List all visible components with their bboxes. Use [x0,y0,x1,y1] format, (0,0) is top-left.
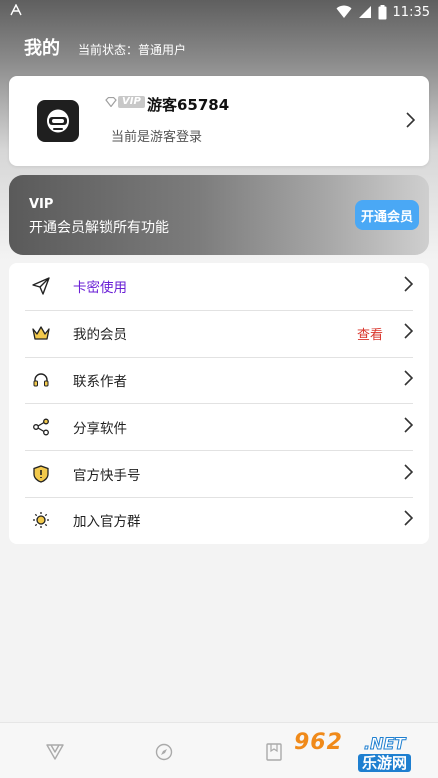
diamond-icon [105,97,117,107]
page-header: 我的 当前状态：普通用户 [24,34,186,60]
vip-badge: VIP [105,96,145,108]
menu-item-label: 卡密使用 [73,280,127,297]
sun-icon [31,510,51,530]
menu-item-label: 联系作者 [73,373,127,390]
chevron-right-icon [403,370,414,390]
headset-icon [31,370,51,390]
compass-icon[interactable] [153,741,175,763]
menu-item-card-key[interactable]: 卡密使用 [9,263,429,310]
view-link[interactable]: 查看 [357,324,383,343]
menu-item-label: 我的会员 [73,327,127,344]
menu-list: 卡密使用 我的会员 查看 联系作者 分享软件 官方快手号 加入官方群 [9,263,429,544]
chevron-right-icon [403,464,414,484]
menu-item-official-kuaishou[interactable]: 官方快手号 [9,450,429,497]
status-time: 11:35 [392,4,430,20]
watermark-suffix: .NET [363,734,406,754]
chevron-right-icon [403,276,414,296]
paper-plane-icon [31,276,51,296]
chevron-right-icon [405,112,416,132]
current-status-text: 当前状态：普通用户 [78,43,187,57]
vip-banner-description: 开通会员解锁所有功能 [29,220,169,236]
menu-item-join-group[interactable]: 加入官方群 [9,496,429,544]
watermark-site-name: 乐游网 [358,754,412,772]
shield-icon [31,464,51,484]
menu-item-label: 分享软件 [73,420,127,437]
watermark-digits: 962 [294,730,343,755]
chevron-right-icon [403,510,414,530]
menu-item-share-app[interactable]: 分享软件 [9,403,429,450]
battery-icon [378,4,387,20]
menu-item-contact-author[interactable]: 联系作者 [9,356,429,404]
v-logo-icon[interactable] [44,741,66,763]
signal-icon [358,5,372,19]
menu-item-label: 加入官方群 [73,514,141,531]
login-state: 当前是游客登录 [111,130,203,145]
crown-icon [31,323,51,343]
open-vip-button[interactable]: 开通会员 [354,200,419,230]
avatar[interactable] [37,100,79,142]
vip-banner: VIP 开通会员解锁所有功能 开通会员 [9,175,429,255]
android-a-icon [10,3,22,20]
robot-avatar-icon [47,109,69,133]
status-bar: 11:35 [0,0,438,24]
share-icon [31,417,51,437]
chevron-right-icon [403,323,414,343]
chevron-right-icon [403,417,414,437]
menu-item-my-membership[interactable]: 我的会员 查看 [9,309,429,357]
wifi-icon [336,5,352,19]
page-title: 我的 [24,38,60,59]
profile-card[interactable]: VIP 游客65784 当前是游客登录 [9,76,429,166]
menu-item-label: 官方快手号 [73,467,141,484]
bookmark-icon[interactable] [263,741,285,763]
username: 游客65784 [147,96,230,114]
vip-banner-title: VIP [29,197,54,212]
vip-badge-text: VIP [118,96,145,108]
site-watermark: 962 .NET 乐游网 [294,730,430,772]
